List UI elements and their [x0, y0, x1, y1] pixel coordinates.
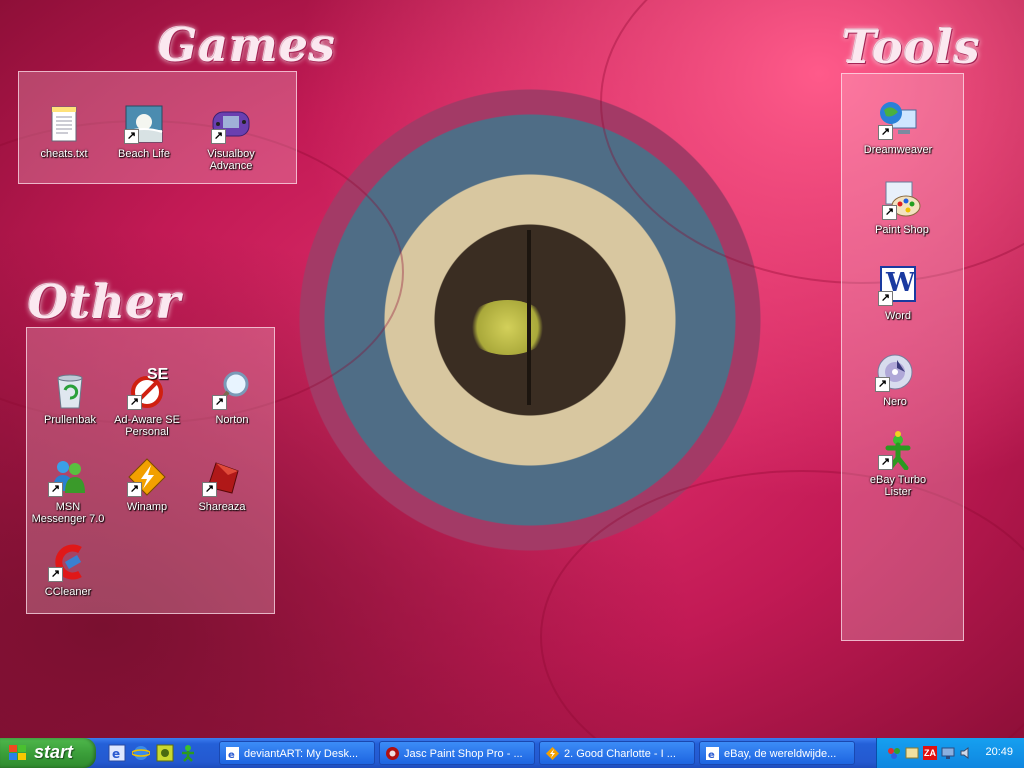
ie-page-icon: e — [706, 747, 719, 761]
green-man-icon[interactable] — [179, 744, 197, 762]
winamp-icon: ↗ — [127, 457, 167, 497]
shortcut-arrow-icon: ↗ — [875, 377, 890, 392]
shortcut-arrow-icon: ↗ — [878, 291, 893, 306]
speaker-icon[interactable] — [959, 746, 973, 760]
start-button[interactable]: start — [0, 738, 96, 768]
system-clock[interactable]: 20:49 — [985, 746, 1013, 758]
paint-palette-icon: ↗ — [882, 180, 922, 220]
text-file-icon — [44, 104, 84, 144]
desktop-icon-paint-shop[interactable]: ↗ Paint Shop — [862, 180, 942, 236]
desktop-icon-cheats[interactable]: cheats.txt — [24, 104, 104, 160]
icon-label: eBay Turbo Lister — [869, 474, 927, 498]
winamp-task-icon — [546, 747, 559, 760]
icon-label: Dreamweaver — [863, 144, 933, 156]
shortcut-arrow-icon: ↗ — [127, 395, 142, 410]
messenger-tray-icon[interactable] — [905, 746, 919, 760]
desktop-icon-ad-aware[interactable]: SE ↗ Ad-Aware SE Personal — [107, 366, 187, 438]
media-icon[interactable] — [156, 744, 174, 762]
shortcut-arrow-icon: ↗ — [202, 482, 217, 497]
icon-label: cheats.txt — [40, 148, 88, 160]
shareaza-icon: ↗ — [202, 457, 242, 497]
icon-label: Beach Life — [118, 148, 170, 160]
desktop-icon-dreamweaver[interactable]: ↗ Dreamweaver — [858, 100, 938, 156]
icon-label: CCleaner — [44, 586, 92, 598]
beach-life-icon: ↗ — [124, 104, 164, 144]
svg-text:e: e — [112, 747, 120, 761]
task-label: Jasc Paint Shop Pro - ... — [404, 748, 523, 760]
taskbar-item-deviantart[interactable]: e deviantART: My Desk... — [219, 741, 375, 765]
desktop-icon-nero[interactable]: ↗ Nero — [855, 352, 935, 408]
network-icon[interactable] — [887, 746, 901, 760]
shortcut-arrow-icon: ↗ — [211, 129, 226, 144]
dreamweaver-icon: ↗ — [878, 100, 918, 140]
games-group-title: Games — [158, 18, 336, 72]
icon-label: Word — [884, 310, 912, 322]
word-icon: W ↗ — [878, 266, 918, 306]
other-group-title: Other — [28, 275, 182, 329]
icon-label: Winamp — [126, 501, 168, 513]
zonealarm-icon[interactable]: ZA — [923, 746, 937, 760]
svg-text:e: e — [708, 750, 715, 761]
desktop-icon-shareaza[interactable]: ↗ Shareaza — [182, 457, 262, 513]
icon-label: Prullenbak — [44, 414, 96, 426]
nero-disc-icon: ↗ — [875, 352, 915, 392]
gameboy-icon: ↗ — [211, 104, 251, 144]
taskbar-item-ebay[interactable]: e eBay, de wereldwijde... — [699, 741, 855, 765]
flower-pollen — [465, 300, 550, 355]
icon-label: Nero — [883, 396, 907, 408]
desktop-icon-msn[interactable]: ↗ MSN Messenger 7.0 — [28, 457, 108, 525]
magnifier-icon: ↗ — [212, 370, 252, 410]
shortcut-arrow-icon: ↗ — [48, 567, 63, 582]
desktop-icon-winamp[interactable]: ↗ Winamp — [107, 457, 187, 513]
desktop-wallpaper: Games cheats.txt ↗ Beach Life ↗ Visualbo… — [0, 0, 1024, 738]
internet-explorer-icon[interactable]: e — [108, 744, 126, 762]
svg-text:e: e — [228, 750, 235, 761]
flower-center — [527, 230, 531, 405]
shortcut-arrow-icon: ↗ — [124, 129, 139, 144]
icon-label: Ad-Aware SE Personal — [114, 414, 180, 438]
desktop-icon-recycle-bin[interactable]: Prullenbak — [30, 370, 110, 426]
se-badge: SE — [147, 366, 169, 383]
ie-page-icon: e — [226, 747, 239, 761]
task-label: deviantART: My Desk... — [244, 748, 359, 760]
desktop-icon-ccleaner[interactable]: ↗ CCleaner — [28, 542, 108, 598]
desktop-icon-norton[interactable]: ↗ Norton — [192, 370, 272, 426]
recycle-bin-icon — [50, 370, 90, 410]
taskbar: start e e deviantART: My Desk... Jasc Pa… — [0, 738, 1024, 768]
windows-flag-icon — [9, 745, 27, 761]
icon-label: Norton — [215, 414, 249, 426]
icon-label: MSN Messenger 7.0 — [31, 501, 105, 525]
shortcut-arrow-icon: ↗ — [212, 395, 227, 410]
ccleaner-icon: ↗ — [48, 542, 88, 582]
shortcut-arrow-icon: ↗ — [127, 482, 142, 497]
desktop-icon-beach-life[interactable]: ↗ Beach Life — [104, 104, 184, 160]
shortcut-arrow-icon: ↗ — [878, 455, 893, 470]
task-label: 2. Good Charlotte - I ... — [564, 748, 676, 760]
shortcut-arrow-icon: ↗ — [882, 205, 897, 220]
taskbar-item-winamp[interactable]: 2. Good Charlotte - I ... — [539, 741, 695, 765]
ie-icon[interactable] — [131, 744, 151, 762]
desktop-icon-word[interactable]: W ↗ Word — [858, 266, 938, 322]
ad-aware-icon: SE ↗ — [127, 366, 168, 410]
jasc-icon — [386, 747, 399, 760]
desktop-icon-ebay-turbo-lister[interactable]: ↗ eBay Turbo Lister — [858, 430, 938, 498]
desktop-icon-visualboy[interactable]: ↗ Visualboy Advance — [191, 104, 271, 172]
tools-group-title: Tools — [842, 20, 981, 74]
start-label: start — [34, 742, 74, 762]
task-label: eBay, de wereldwijde... — [724, 748, 837, 760]
system-tray: ZA 20:49 — [876, 738, 1024, 768]
taskbar-item-paint-shop-pro[interactable]: Jasc Paint Shop Pro - ... — [379, 741, 535, 765]
msn-messenger-icon: ↗ — [48, 457, 88, 497]
shortcut-arrow-icon: ↗ — [878, 125, 893, 140]
shortcut-arrow-icon: ↗ — [48, 482, 63, 497]
icon-label: Shareaza — [198, 501, 246, 513]
icon-label: Visualboy Advance — [207, 148, 255, 172]
icon-label: Paint Shop — [875, 224, 929, 236]
ebay-lister-icon: ↗ — [878, 430, 918, 471]
monitor-icon[interactable] — [941, 746, 955, 760]
